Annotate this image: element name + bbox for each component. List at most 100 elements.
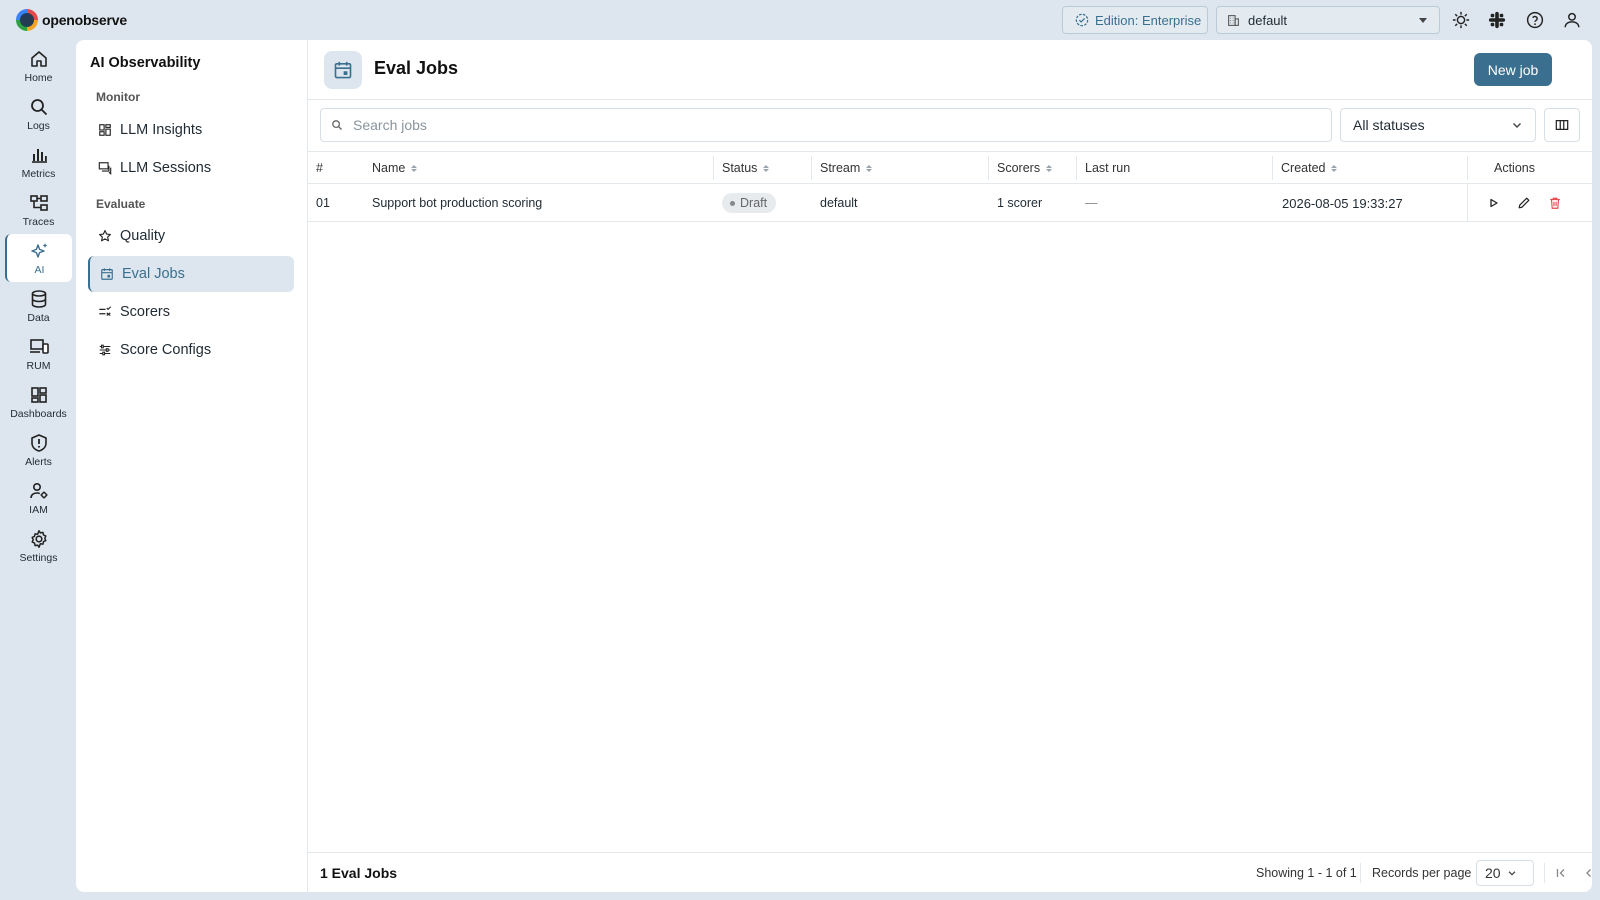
home-icon xyxy=(30,50,47,67)
table-row[interactable]: 01 Support bot production scoring Draft … xyxy=(308,184,1592,222)
sort-icon xyxy=(1331,164,1338,172)
nav-label: RUM xyxy=(26,359,51,372)
subnav-item-scorers[interactable]: Scorers xyxy=(88,294,294,330)
record-count: 1 Eval Jobs xyxy=(320,865,398,881)
col-status[interactable]: Status xyxy=(722,152,770,184)
dashboard-icon xyxy=(30,386,47,403)
building-icon xyxy=(1228,14,1239,26)
first-page-icon xyxy=(1556,869,1565,877)
edition-badge[interactable]: Edition: Enterprise xyxy=(1062,6,1208,34)
table-footer: 1 Eval Jobs Showing 1 - 1 of 1 Records p… xyxy=(308,852,1592,892)
nav-label: Metrics xyxy=(21,167,56,180)
nav-label: Traces xyxy=(22,215,55,228)
pencil-icon xyxy=(1518,197,1530,209)
cell-created: 2026-08-05 19:33:27 xyxy=(1282,195,1403,211)
status-dot xyxy=(730,200,735,206)
subnav-item-label: Quality xyxy=(120,228,166,244)
first-page-button[interactable] xyxy=(1552,864,1570,882)
new-job-button[interactable]: New job xyxy=(1474,53,1552,86)
help-icon[interactable] xyxy=(1524,9,1546,31)
app-logo[interactable]: openobserve xyxy=(16,9,127,31)
nav-ai[interactable]: AI xyxy=(5,234,72,282)
nav-logs[interactable]: Logs xyxy=(5,90,72,138)
nav-dashboards[interactable]: Dashboards xyxy=(5,378,72,426)
gear-icon xyxy=(30,529,47,548)
calendar-icon xyxy=(101,268,113,280)
search-icon xyxy=(30,98,47,115)
chat-icon xyxy=(98,162,112,175)
chevron-left-icon xyxy=(1586,869,1591,877)
columns-button[interactable] xyxy=(1544,108,1580,142)
col-name-label: Name xyxy=(372,161,406,175)
prev-page-button[interactable] xyxy=(1580,864,1592,882)
checklist-icon xyxy=(99,306,112,316)
delete-button[interactable] xyxy=(1547,195,1563,211)
shield-alert-icon xyxy=(30,433,47,452)
search-box[interactable] xyxy=(320,108,1332,142)
org-selector[interactable]: default xyxy=(1216,6,1440,34)
nav-label: Data xyxy=(27,311,50,324)
col-scorers[interactable]: Scorers xyxy=(997,152,1053,184)
subnav-item-llm-sessions[interactable]: LLM Sessions xyxy=(88,150,294,186)
subnav-item-quality[interactable]: Quality xyxy=(88,218,294,254)
left-nav: Home Logs Metrics Traces AI Data RUM Das… xyxy=(0,40,76,900)
org-selected: default xyxy=(1248,12,1288,28)
nav-label: Settings xyxy=(19,551,58,564)
user-icon[interactable] xyxy=(1561,9,1583,31)
col-status-label: Status xyxy=(722,161,758,175)
subnav-item-eval-jobs[interactable]: Eval Jobs xyxy=(88,256,294,292)
subnav-item-llm-insights[interactable]: LLM Insights xyxy=(88,112,294,148)
section-monitor: Monitor xyxy=(96,90,140,104)
theme-toggle-icon[interactable] xyxy=(1450,9,1472,31)
subnav-item-label: LLM Sessions xyxy=(120,160,212,176)
sparkle-icon xyxy=(30,242,47,258)
toolbar: All statuses xyxy=(308,100,1592,152)
search-input[interactable] xyxy=(353,117,1253,133)
nav-metrics[interactable]: Metrics xyxy=(5,138,72,186)
nav-alerts[interactable]: Alerts xyxy=(5,426,72,474)
subnav-item-label: Scorers xyxy=(120,304,170,320)
calendar-icon xyxy=(324,51,362,89)
sort-icon xyxy=(1046,164,1053,172)
col-created-label: Created xyxy=(1281,161,1326,175)
sort-icon xyxy=(763,164,770,172)
sort-icon xyxy=(866,164,873,172)
nav-label: Alerts xyxy=(25,455,52,468)
table-header: # Name Status Stream Scorers Last run Cr… xyxy=(308,152,1592,184)
traces-icon xyxy=(29,194,48,211)
chevron-down-icon xyxy=(1513,123,1521,128)
nav-data[interactable]: Data xyxy=(5,282,72,330)
cell-last-run: — xyxy=(1085,196,1098,210)
edit-button[interactable] xyxy=(1516,195,1532,211)
database-icon xyxy=(31,289,46,308)
chevron-down-icon xyxy=(1508,871,1515,876)
col-name[interactable]: Name xyxy=(372,152,418,184)
nav-label: Dashboards xyxy=(10,407,67,420)
columns-icon xyxy=(1555,120,1569,130)
run-button[interactable] xyxy=(1486,195,1502,211)
cell-name[interactable]: Support bot production scoring xyxy=(372,184,542,222)
col-last-run: Last run xyxy=(1085,152,1130,184)
nav-home[interactable]: Home xyxy=(5,42,72,90)
col-stream-label: Stream xyxy=(820,161,861,175)
status-badge: Draft xyxy=(722,193,777,213)
nav-traces[interactable]: Traces xyxy=(5,186,72,234)
cell-num: 01 xyxy=(316,196,330,210)
col-num: # xyxy=(316,152,323,184)
records-per-page-select[interactable]: 20 xyxy=(1476,860,1534,886)
subnav-item-label: Eval Jobs xyxy=(122,266,185,282)
col-stream[interactable]: Stream xyxy=(820,152,873,184)
status-filter-select[interactable]: All statuses xyxy=(1340,108,1536,142)
showing-text: Showing 1 - 1 of 1 xyxy=(1256,866,1357,880)
slack-icon[interactable] xyxy=(1486,9,1508,31)
nav-settings[interactable]: Settings xyxy=(5,522,72,570)
app-name: openobserve xyxy=(42,12,127,28)
subnav-item-score-configs[interactable]: Score Configs xyxy=(88,332,294,368)
nav-rum[interactable]: RUM xyxy=(5,330,72,378)
col-actions: Actions xyxy=(1494,152,1535,184)
play-icon xyxy=(1490,198,1498,208)
nav-iam[interactable]: IAM xyxy=(5,474,72,522)
col-created[interactable]: Created xyxy=(1281,152,1338,184)
records-per-page-value: 20 xyxy=(1485,865,1501,881)
grid-icon xyxy=(99,124,111,136)
